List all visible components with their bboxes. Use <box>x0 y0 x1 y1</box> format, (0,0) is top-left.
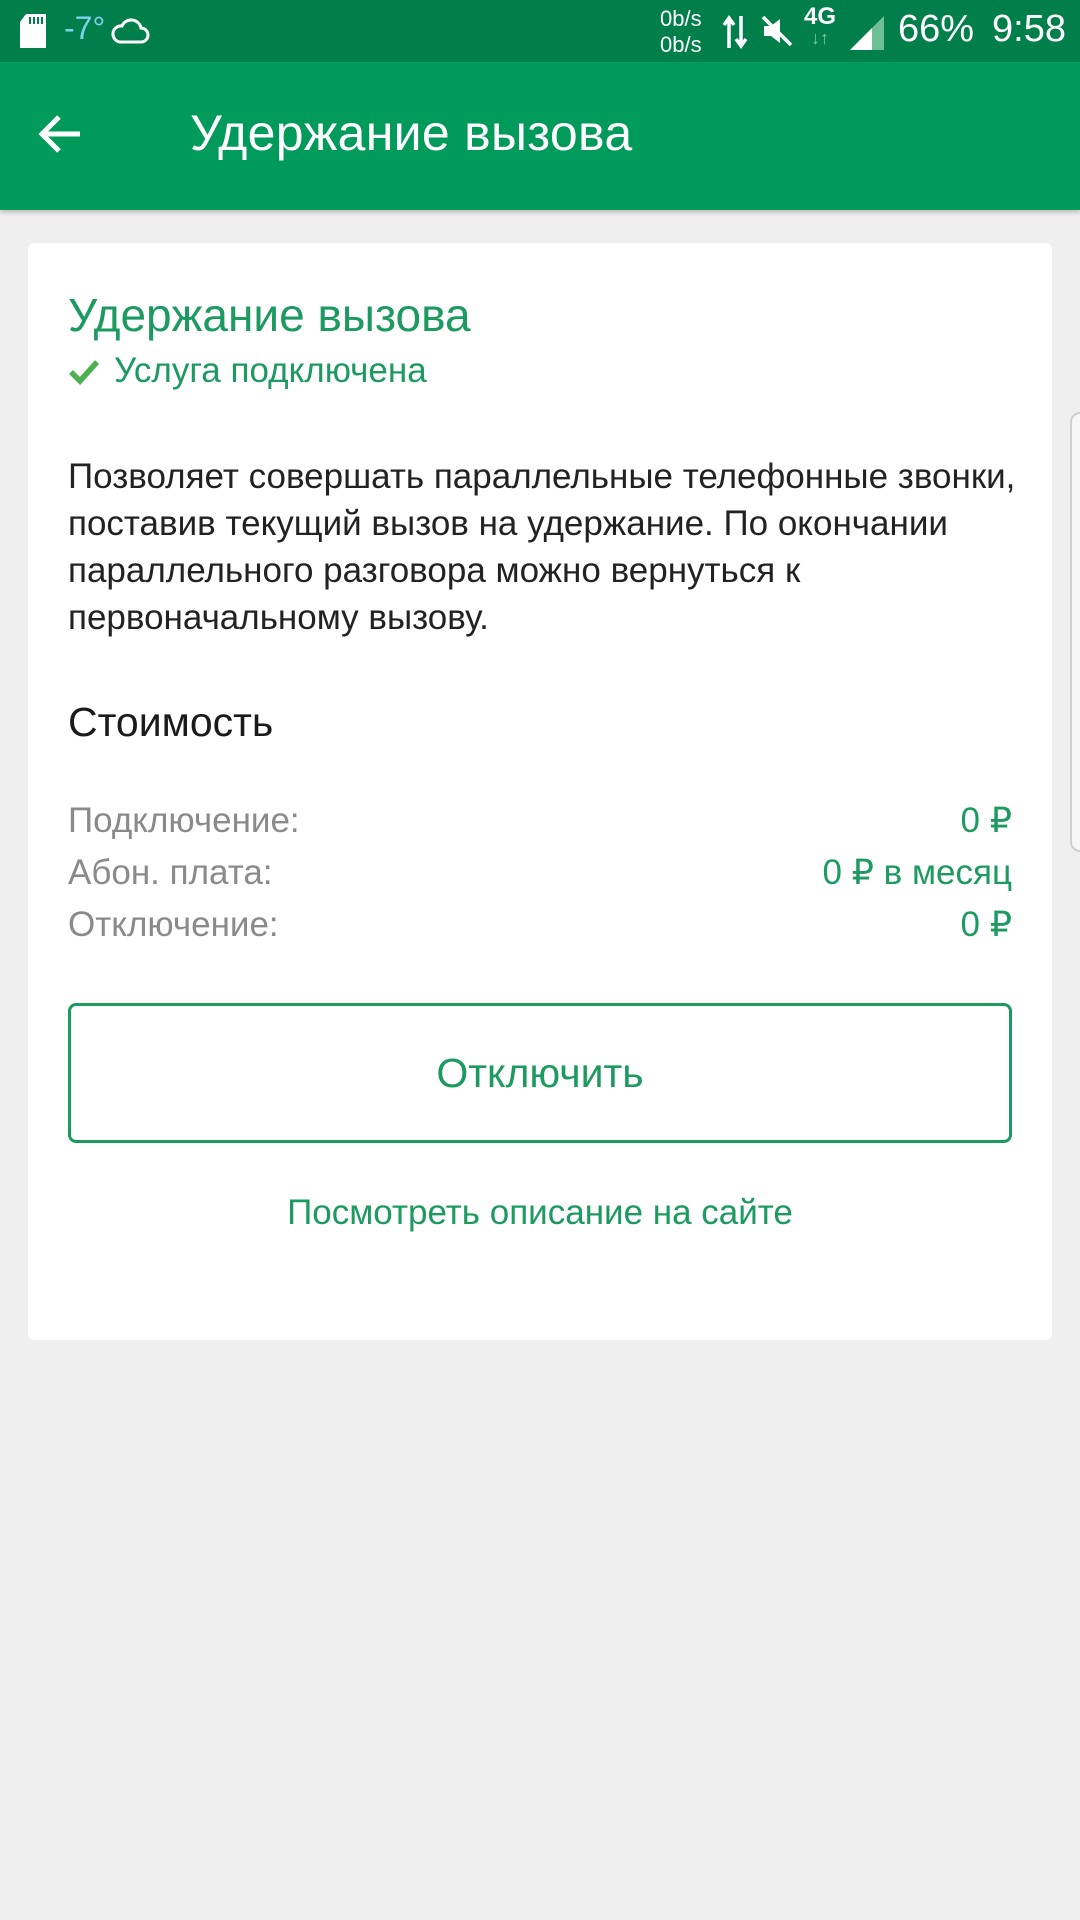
battery-level: 66% <box>898 8 975 50</box>
network-type: 4G ↓↑ <box>804 3 837 49</box>
toolbar: Удержание вызова <box>0 62 1080 210</box>
data-transfer-icon <box>722 14 748 50</box>
clock: 9:58 <box>992 8 1066 50</box>
cost-label: Абон. плата: <box>68 853 273 892</box>
cost-row-connection: Подключение: 0 ₽ <box>68 795 1012 847</box>
service-description: Позволяет совершать параллельные телефон… <box>68 457 1016 637</box>
cost-label: Подключение: <box>68 801 300 840</box>
service-status-label: Услуга подключена <box>114 351 427 390</box>
network-label: 4G <box>804 3 837 30</box>
status-bar: -7° 0b/s 0b/s 4G ↓↑ 66% 9:58 <box>0 0 1080 62</box>
page-title: Удержание вызова <box>190 105 633 161</box>
cost-row-disconnection: Отключение: 0 ₽ <box>68 899 1012 951</box>
temperature: -7° <box>64 10 106 46</box>
speed-down: 0b/s <box>660 32 702 57</box>
mute-icon <box>760 14 794 48</box>
sd-card-icon <box>20 14 46 48</box>
cloud-icon <box>110 14 150 48</box>
disconnect-button[interactable]: Отключить <box>68 1003 1012 1143</box>
check-icon <box>68 355 100 387</box>
speed-up: 0b/s <box>660 6 702 31</box>
cost-value: 0 ₽ в месяц <box>822 853 1012 892</box>
site-description-link[interactable]: Посмотреть описание на сайте <box>68 1193 1012 1233</box>
cost-label: Отключение: <box>68 905 279 944</box>
service-card: Удержание вызова Услуга подключена Позво… <box>28 243 1052 1340</box>
network-arrows: ↓↑ <box>811 28 829 48</box>
signal-icon <box>848 14 886 52</box>
cost-value: 0 ₽ <box>960 801 1012 840</box>
edge-panel-handle[interactable] <box>1070 412 1080 852</box>
service-status: Услуга подключена <box>68 351 427 391</box>
back-button[interactable] <box>28 102 92 166</box>
network-speed: 0b/s 0b/s <box>660 6 702 58</box>
cost-heading: Стоимость <box>68 699 274 745</box>
service-title: Удержание вызова <box>68 289 471 341</box>
cost-row-subscription: Абон. плата: 0 ₽ в месяц <box>68 847 1012 899</box>
arrow-left-icon <box>38 115 80 153</box>
cost-value: 0 ₽ <box>960 905 1012 944</box>
